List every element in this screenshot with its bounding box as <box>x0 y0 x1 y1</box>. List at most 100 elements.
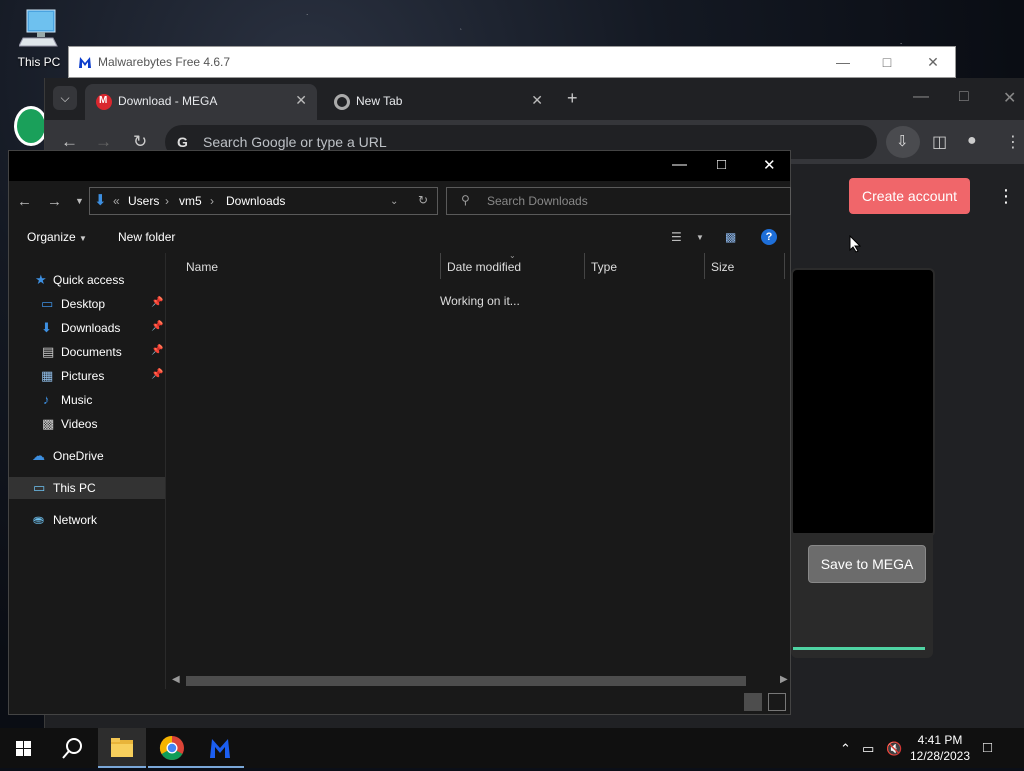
horizontal-scrollbar[interactable]: ◀ ▶ <box>166 673 790 689</box>
file-explorer-taskbar-button[interactable] <box>98 728 146 768</box>
explorer-back-icon[interactable]: ← <box>17 193 32 210</box>
start-button[interactable] <box>0 728 48 768</box>
nav-label: Quick access <box>53 273 125 287</box>
app-desktop-icon[interactable] <box>14 106 48 146</box>
explorer-maximize-icon[interactable]: □ <box>717 156 726 173</box>
side-panel-icon[interactable]: ◫ <box>932 132 947 152</box>
column-name[interactable]: Name <box>186 260 218 274</box>
downloads-button[interactable]: ⇩ <box>886 126 920 158</box>
chrome-taskbar-button[interactable] <box>148 728 196 768</box>
view-dropdown-icon[interactable]: ▼ <box>696 233 704 242</box>
forward-arrow-icon[interactable]: → <box>95 132 112 152</box>
explorer-close-icon[interactable]: ✕ <box>763 156 776 174</box>
clock-time: 4:41 PM <box>917 733 963 747</box>
organize-button[interactable]: Organize ▼ <box>27 230 87 244</box>
pin-icon: 📌 <box>151 369 164 380</box>
create-account-button[interactable]: Create account <box>849 178 970 214</box>
folder-icon <box>111 738 133 757</box>
tab-download-mega[interactable]: M Download - MEGA ✕ <box>85 84 317 120</box>
explorer-command-bar: Organize ▼ New folder ☰ ▼ ▩ ? <box>9 221 790 253</box>
nav-quick-access[interactable]: ★ Quick access <box>9 269 165 291</box>
nav-desktop[interactable]: ▭ Desktop 📌 <box>9 293 165 315</box>
breadcrumb-vm5[interactable]: vm5 <box>179 194 202 208</box>
scroll-right-icon[interactable]: ▶ <box>780 674 788 685</box>
downloads-arrow-icon: ⬇ <box>94 192 107 209</box>
search-button[interactable] <box>48 728 96 768</box>
tab-search-button[interactable]: ⌵ <box>53 86 77 110</box>
view-options-icon[interactable]: ☰ <box>671 230 682 244</box>
show-hidden-icons-chevron-icon[interactable]: ⌃ <box>840 741 851 757</box>
clock[interactable]: 4:41 PM 12/28/2023 <box>908 732 972 764</box>
nav-label: Pictures <box>61 369 105 383</box>
nav-network[interactable]: ⛂ Network <box>9 509 165 531</box>
breadcrumb-users[interactable]: Users <box>128 194 159 208</box>
nav-documents[interactable]: ▤ Documents 📌 <box>9 341 165 363</box>
nav-label: Music <box>61 393 93 407</box>
malwarebytes-title: Malwarebytes Free 4.6.7 <box>98 55 231 69</box>
nav-downloads[interactable]: ⬇ Downloads 📌 <box>9 317 165 339</box>
mega-menu-icon[interactable]: ⋮ <box>997 186 1015 207</box>
column-separator[interactable] <box>584 253 585 279</box>
column-separator[interactable] <box>440 253 441 279</box>
nav-videos[interactable]: ▩ Videos <box>9 413 165 435</box>
search-downloads-input[interactable]: ⚲ Search Downloads <box>446 187 791 215</box>
large-icons-view-icon[interactable] <box>768 693 786 711</box>
details-view-icon[interactable] <box>744 693 762 711</box>
chrome-close-icon[interactable]: ✕ <box>1003 88 1016 108</box>
nav-pictures[interactable]: ▦ Pictures 📌 <box>9 365 165 387</box>
reload-icon[interactable]: ↻ <box>133 132 147 152</box>
recent-locations-icon[interactable]: ▼ <box>75 196 84 206</box>
tab-new-tab[interactable]: New Tab ✕ <box>323 84 553 120</box>
preview-pane-icon[interactable]: ▩ <box>725 230 736 244</box>
column-date-modified[interactable]: Date modified <box>447 260 521 274</box>
malwarebytes-taskbar-button[interactable] <box>196 728 244 768</box>
volume-muted-icon[interactable]: 🔇 <box>886 741 902 757</box>
column-size[interactable]: Size <box>711 260 734 274</box>
file-list-area[interactable]: Name Date modified ⌄ Type Size Working o… <box>166 251 790 673</box>
explorer-minimize-icon[interactable]: — <box>672 156 687 173</box>
tab-label: Download - MEGA <box>118 94 218 108</box>
scroll-thumb[interactable] <box>186 676 746 686</box>
new-folder-button[interactable]: New folder <box>118 230 175 244</box>
address-dropdown-icon[interactable]: ⌄ <box>390 196 398 207</box>
chrome-favicon-icon <box>334 94 350 110</box>
documents-folder-icon: ▤ <box>42 344 55 359</box>
tab-close-icon[interactable]: ✕ <box>295 92 307 109</box>
notifications-icon[interactable]: □ <box>983 739 992 756</box>
breadcrumb[interactable]: ⬇ « Users › vm5 › Downloads ⌄ ↻ <box>89 187 438 215</box>
help-icon[interactable]: ? <box>761 229 777 245</box>
explorer-forward-icon[interactable]: → <box>47 193 62 210</box>
omnibox-placeholder: Search Google or type a URL <box>203 134 387 150</box>
star-icon: ★ <box>35 272 47 287</box>
nav-this-pc[interactable]: ▭ This PC <box>9 477 165 499</box>
column-separator[interactable] <box>784 253 785 279</box>
maximize-icon[interactable]: □ <box>877 52 897 72</box>
column-separator[interactable] <box>704 253 705 279</box>
nav-music[interactable]: ♪ Music <box>9 389 165 411</box>
back-arrow-icon[interactable]: ← <box>61 132 78 152</box>
tab-label: New Tab <box>356 94 403 108</box>
column-type[interactable]: Type <box>591 260 617 274</box>
explorer-title-bar: — □ ✕ <box>9 151 790 181</box>
close-icon[interactable]: ✕ <box>923 52 943 72</box>
profile-icon[interactable]: ● <box>967 132 977 150</box>
network-tray-icon[interactable]: ▭ <box>862 741 874 757</box>
breadcrumb-downloads[interactable]: Downloads <box>226 194 285 208</box>
new-tab-plus-icon[interactable]: + <box>567 88 578 109</box>
minimize-icon[interactable]: — <box>833 52 853 72</box>
mega-preview-panel <box>791 268 935 537</box>
computer-icon <box>18 9 58 47</box>
search-icon <box>62 738 82 759</box>
chrome-minimize-icon[interactable]: — <box>913 88 929 106</box>
scroll-left-icon[interactable]: ◀ <box>172 674 180 685</box>
refresh-icon[interactable]: ↻ <box>418 193 428 207</box>
nav-onedrive[interactable]: ☁ OneDrive <box>9 445 165 467</box>
this-pc-desktop-icon[interactable]: This PC <box>14 8 64 69</box>
mega-favicon-icon: M <box>96 94 112 110</box>
nav-label: Downloads <box>61 321 121 335</box>
chrome-menu-icon[interactable]: ⋮ <box>1005 132 1021 152</box>
chrome-maximize-icon[interactable]: □ <box>959 88 969 106</box>
save-to-mega-button[interactable]: Save to MEGA <box>808 545 926 583</box>
tab-close-icon[interactable]: ✕ <box>531 92 543 109</box>
download-icon: ⇩ <box>896 133 909 150</box>
